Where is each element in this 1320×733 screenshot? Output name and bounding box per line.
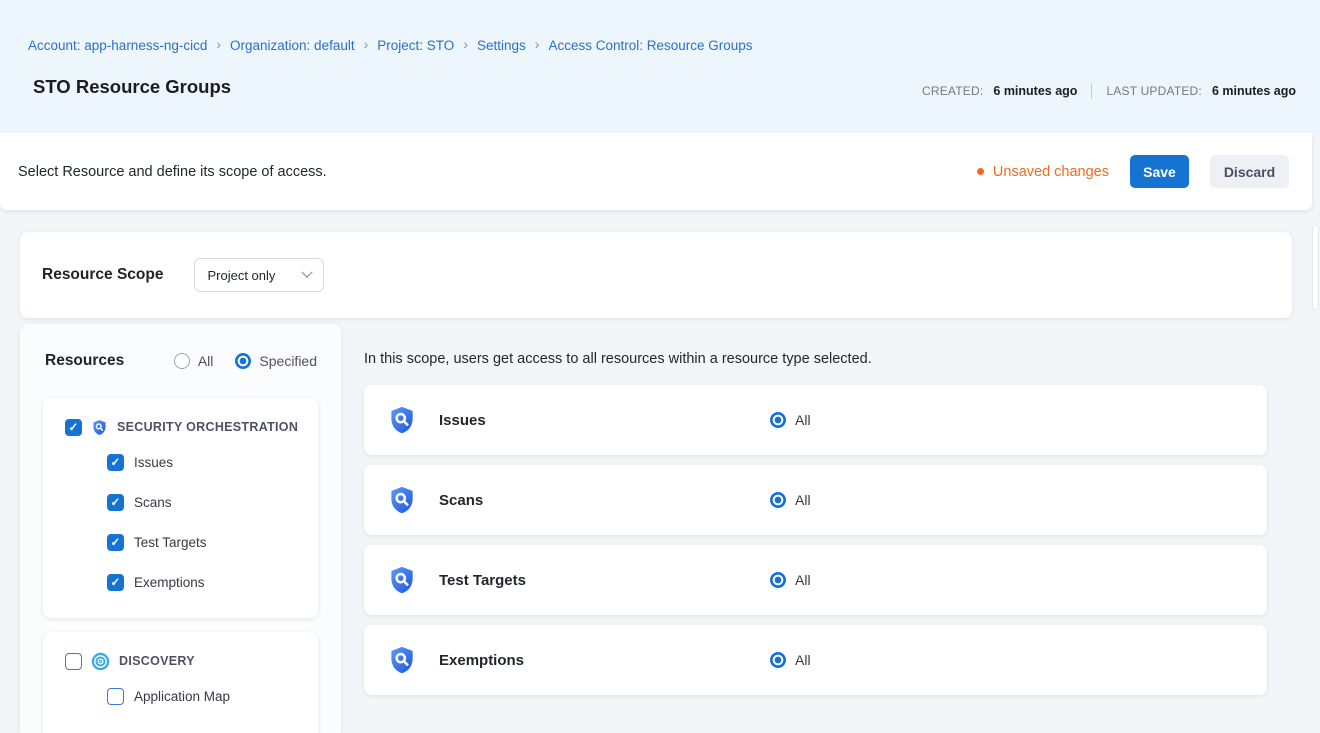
tree-child-row[interactable]: ✓ Scans (43, 482, 318, 522)
checkbox-checked[interactable]: ✓ (107, 534, 124, 551)
created-label: CREATED: (922, 84, 983, 98)
resources-panel-header: Resources All Specified (20, 324, 341, 398)
access-all-label: All (795, 652, 811, 668)
resource-card-label: Test Targets (439, 572, 526, 589)
toolbar-description: Select Resource and define its scope of … (18, 164, 327, 180)
sto-shield-icon (91, 419, 108, 436)
access-all-label: All (795, 492, 811, 508)
resource-scope-dropdown[interactable]: Project only (194, 258, 324, 292)
resource-scope-card: Resource Scope Project only (20, 232, 1292, 318)
page-title: STO Resource Groups (33, 76, 231, 98)
resource-card-exemptions: Exemptions All (364, 625, 1267, 695)
created-value: 6 minutes ago (993, 84, 1077, 98)
tree-child-row[interactable]: ✓ Issues (43, 442, 318, 482)
access-radio-all[interactable]: All (770, 492, 811, 508)
unsaved-changes-indicator: Unsaved changes (977, 164, 1109, 180)
resource-card-label: Scans (439, 492, 483, 509)
child-label: Scans (134, 495, 172, 510)
chevron-right-icon: › (364, 37, 369, 53)
resource-card-label: Issues (439, 412, 486, 429)
discovery-icon (91, 652, 110, 671)
tree-child-row[interactable]: Application Map (43, 676, 318, 716)
checkbox-checked[interactable]: ✓ (107, 574, 124, 591)
header-meta: CREATED: 6 minutes ago LAST UPDATED: 6 m… (922, 83, 1296, 99)
chevron-down-icon (302, 267, 313, 278)
radio-selected-icon[interactable] (770, 412, 786, 428)
radio-selected-icon[interactable] (770, 492, 786, 508)
tree-child-row[interactable]: ✓ Test Targets (43, 522, 318, 562)
breadcrumb-organization-link[interactable]: Organization: default (230, 38, 355, 53)
child-label: Application Map (134, 689, 230, 704)
radio-all-label: All (198, 353, 214, 369)
checkbox-unchecked[interactable] (107, 688, 124, 705)
radio-selected-icon[interactable] (770, 572, 786, 588)
radio-specified[interactable]: Specified (235, 353, 317, 369)
resource-card-label: Exemptions (439, 652, 524, 669)
scope-help-text: In this scope, users get access to all r… (364, 351, 872, 367)
sto-shield-icon (387, 485, 417, 515)
last-updated-value: 6 minutes ago (1212, 84, 1296, 98)
chevron-right-icon: › (463, 37, 468, 53)
breadcrumb-access-control-link[interactable]: Access Control: Resource Groups (548, 38, 752, 53)
resource-card-test-targets: Test Targets All (364, 545, 1267, 615)
radio-selected-icon[interactable] (770, 652, 786, 668)
resource-group-discovery: DISCOVERY Application Map (43, 632, 318, 733)
checkbox-unchecked[interactable] (65, 653, 82, 670)
radio-unselected-icon[interactable] (174, 353, 190, 369)
access-all-label: All (795, 572, 811, 588)
resource-group-security-orchestration: ✓ SECURITY ORCHESTRATION ✓ Issues ✓ Scan… (43, 398, 318, 618)
breadcrumb-settings-link[interactable]: Settings (477, 38, 526, 53)
radio-all[interactable]: All (174, 353, 214, 369)
sto-shield-icon (387, 645, 417, 675)
child-label: Exemptions (134, 575, 205, 590)
tree-parent-row[interactable]: ✓ SECURITY ORCHESTRATION (43, 398, 318, 442)
tree-child-row[interactable]: ✓ Exemptions (43, 562, 318, 602)
access-all-label: All (795, 412, 811, 428)
radio-specified-label: Specified (259, 353, 317, 369)
discard-button[interactable]: Discard (1210, 155, 1289, 188)
tree-parent-row[interactable]: DISCOVERY (43, 632, 318, 676)
group-label: DISCOVERY (119, 654, 195, 668)
access-radio-all[interactable]: All (770, 572, 811, 588)
page-header: Account: app-harness-ng-cicd › Organizat… (0, 0, 1320, 133)
checkbox-checked[interactable]: ✓ (107, 454, 124, 471)
checkbox-checked[interactable]: ✓ (65, 419, 82, 436)
resource-scope-label: Resource Scope (42, 266, 163, 284)
chevron-right-icon: › (216, 37, 221, 53)
access-radio-all[interactable]: All (770, 652, 811, 668)
access-radio-all[interactable]: All (770, 412, 811, 428)
breadcrumb-project-link[interactable]: Project: STO (377, 38, 454, 53)
resource-group-detail-page: Account: app-harness-ng-cicd › Organizat… (0, 0, 1320, 733)
resources-panel: Resources All Specified ✓ SECURITY ORCHE… (20, 324, 341, 733)
sto-shield-icon (387, 405, 417, 435)
resource-card-issues: Issues All (364, 385, 1267, 455)
breadcrumb: Account: app-harness-ng-cicd › Organizat… (28, 37, 753, 53)
chevron-right-icon: › (535, 37, 540, 53)
resource-scope-selected-value: Project only (207, 268, 275, 283)
last-updated-label: LAST UPDATED: (1106, 84, 1202, 98)
resource-card-scans: Scans All (364, 465, 1267, 535)
radio-selected-icon[interactable] (235, 353, 251, 369)
resources-mode-radios: All Specified (174, 353, 317, 369)
breadcrumb-account-link[interactable]: Account: app-harness-ng-cicd (28, 38, 207, 53)
sto-shield-icon (387, 565, 417, 595)
save-button[interactable]: Save (1130, 155, 1189, 188)
toolbar-actions: Unsaved changes Save Discard (977, 155, 1289, 188)
action-toolbar: Select Resource and define its scope of … (0, 133, 1312, 210)
group-label: SECURITY ORCHESTRATION (117, 420, 298, 434)
child-label: Test Targets (134, 535, 207, 550)
scrollbar-thumb[interactable] (1312, 225, 1319, 310)
unsaved-changes-label: Unsaved changes (993, 164, 1109, 180)
meta-divider (1091, 83, 1092, 99)
unsaved-dot-icon (977, 168, 984, 175)
checkbox-checked[interactable]: ✓ (107, 494, 124, 511)
child-label: Issues (134, 455, 173, 470)
resources-title: Resources (45, 352, 124, 370)
